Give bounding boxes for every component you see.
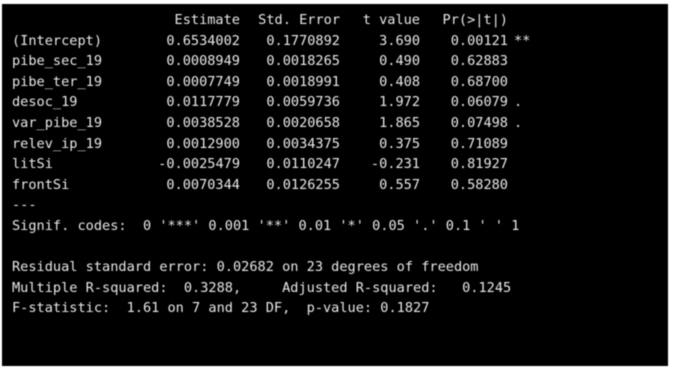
coef-name: litSi (12, 156, 53, 173)
coef-name: desoc_19 (12, 94, 78, 111)
coef-t-value: 0.557 (379, 176, 420, 193)
coef-std-error: 0.1770892 (266, 32, 340, 49)
coefficient-row: (Intercept) 0.6534002 0.1770892 3.690 0.0012… (12, 31, 668, 52)
coef-std-error: 0.0018265 (266, 53, 340, 70)
header-estimate: Estimate (174, 12, 240, 28)
coef-std-error: 0.0110247 (266, 156, 340, 173)
coef-std-error: 0.0126255 (266, 176, 340, 193)
coefficients-table: (Intercept) 0.6534002 0.1770892 3.690 0.0012… (12, 31, 668, 196)
coef-std-error: 0.0059736 (266, 94, 340, 111)
coef-t-value: 0.408 (379, 73, 420, 90)
coef-t-value: -0.231 (370, 156, 420, 173)
coef-estimate: 0.6534002 (166, 32, 240, 49)
coefficient-row: litSi -0.0025479 0.0110247 -0.231 0.81927 (12, 154, 668, 175)
coefficient-row: pibe_ter_19 0.0007749 0.0018991 0.408 0.6870… (12, 72, 668, 93)
coef-estimate: 0.0070344 (166, 176, 240, 193)
coef-p-value: 0.06079 (450, 94, 508, 111)
coef-t-value: 3.690 (379, 32, 420, 49)
coef-p-value: 0.62883 (450, 53, 508, 70)
coef-std-error: 0.0020658 (266, 114, 340, 131)
header-std-error: Std. Error (258, 12, 340, 28)
coef-t-value: 0.375 (379, 135, 420, 152)
coefficient-row: desoc_19 0.0117779 0.0059736 1.972 0.06079. (12, 92, 668, 113)
coef-name: (Intercept) (12, 32, 103, 49)
coef-std-error: 0.0034375 (266, 135, 340, 152)
coef-estimate: 0.0008949 (166, 53, 240, 70)
coef-signif-stars: . (514, 114, 523, 131)
coef-name: frontSi (12, 176, 70, 193)
coef-name: relev_ip_19 (12, 135, 103, 152)
coef-t-value: 1.972 (379, 94, 420, 111)
coefficient-row: frontSi 0.0070344 0.0126255 0.557 0.58280 (12, 175, 668, 196)
signif-codes-line: Signif. codes: 0 '***' 0.001 '**' 0.01 '… (12, 217, 520, 234)
header-t-value: t value (362, 12, 420, 28)
coef-name: pibe_ter_19 (12, 73, 103, 90)
coef-estimate: 0.0117779 (166, 94, 240, 111)
coef-signif-stars: ** (514, 32, 531, 49)
coef-name: pibe_sec_19 (12, 53, 103, 70)
r-console-output: Estimate Std. Error t value Pr(>|t|) (Inter… (2, 4, 668, 366)
coef-estimate: -0.0025479 (158, 156, 240, 173)
header-p-value: Pr(>|t|) (442, 12, 508, 28)
coef-estimate: 0.0012900 (166, 135, 240, 152)
coef-std-error: 0.0018991 (266, 73, 340, 90)
coef-p-value: 0.71089 (450, 135, 508, 152)
f-statistic-line: F-statistic: 1.61 on 7 and 23 DF, p-valu… (12, 300, 430, 317)
coef-estimate: 0.0038528 (166, 114, 240, 131)
coef-estimate: 0.0007749 (166, 73, 240, 90)
coef-p-value: 0.58280 (450, 176, 508, 193)
coef-t-value: 0.490 (379, 53, 420, 70)
coef-t-value: 1.865 (379, 114, 420, 131)
residual-standard-error-line: Residual standard error: 0.02682 on 23 d… (12, 259, 479, 276)
coef-p-value: 0.81927 (450, 156, 508, 173)
coef-name: var_pibe_19 (12, 114, 103, 131)
coefficient-row: relev_ip_19 0.0012900 0.0034375 0.375 0.7108… (12, 134, 668, 155)
coefficient-row: pibe_sec_19 0.0008949 0.0018265 0.490 0.6288… (12, 51, 668, 72)
coef-p-value: 0.07498 (450, 114, 508, 131)
coef-signif-stars: . (514, 94, 523, 111)
coefficients-header-row: Estimate Std. Error t value Pr(>|t|) (12, 10, 668, 31)
r-squared-line: Multiple R-squared: 0.3288, Adjusted R-s… (12, 279, 512, 296)
coef-p-value: 0.68700 (450, 73, 508, 90)
coefficient-row: var_pibe_19 0.0038528 0.0020658 1.865 0.0749… (12, 113, 668, 134)
separator-line: --- (12, 197, 37, 214)
coef-p-value: 0.00121 (450, 32, 508, 49)
